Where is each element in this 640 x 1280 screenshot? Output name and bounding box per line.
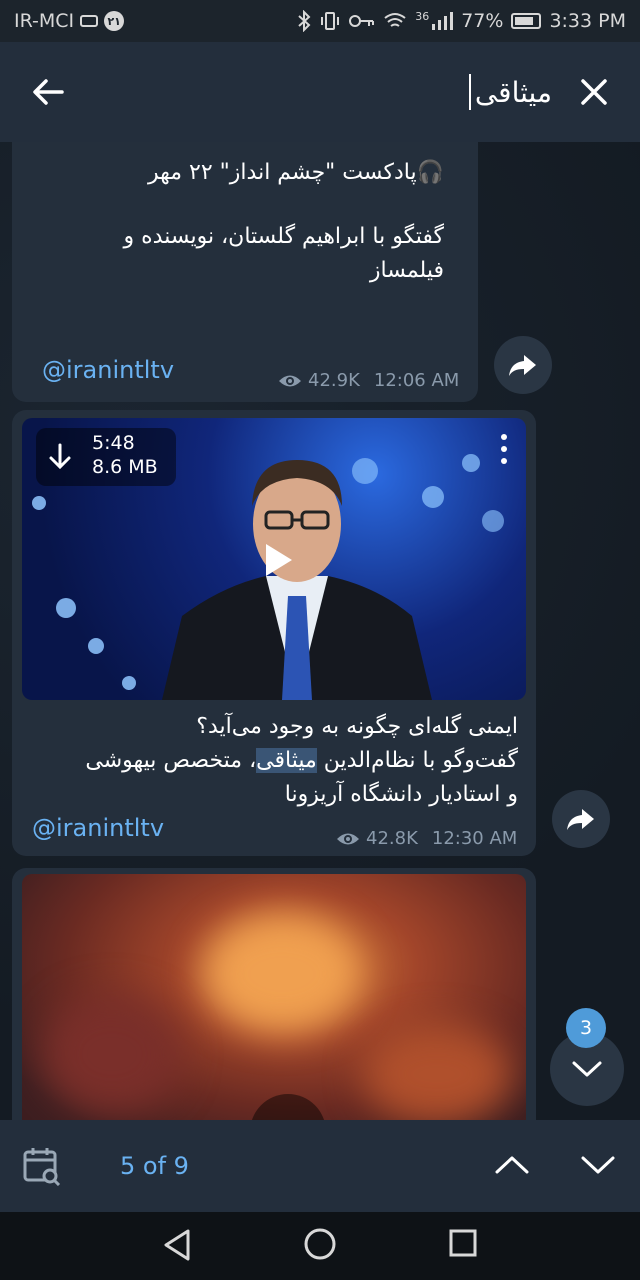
clock: 3:33 PM	[549, 10, 626, 32]
chevron-up-icon[interactable]	[494, 1150, 530, 1180]
search-query: میثاقی	[474, 75, 552, 109]
video-thumbnail[interactable]: 5:48 8.6 MB	[22, 418, 526, 700]
light-dot	[462, 454, 480, 472]
light-dot	[122, 676, 136, 690]
chevron-down-icon[interactable]	[580, 1150, 616, 1180]
light-dot	[32, 496, 46, 510]
play-icon[interactable]	[254, 538, 298, 582]
views-icon	[337, 833, 359, 844]
telegram-search-screen: IR-MCI ۲۱ 36 77% 3:33 PM میثاقی 🎧پادکست …	[0, 0, 640, 1280]
battery-percent: 77%	[461, 10, 504, 32]
channel-handle-link[interactable]: @iranintltv	[32, 814, 164, 842]
close-icon[interactable]	[574, 72, 614, 112]
nav-home-icon[interactable]	[302, 1226, 338, 1262]
message-time: 12:06 AM	[373, 370, 460, 391]
message-bubble[interactable]: 🎧پادکست "چشم انداز" ۲۲ مهر گفتگو با ابرا…	[12, 142, 478, 402]
message-text-fragment: گفت‌وگو با نظام‌الدین	[316, 748, 518, 773]
wifi-icon	[384, 13, 406, 27]
nav-recents-icon[interactable]	[448, 1228, 478, 1258]
message-text-line: گفتگو با ابراهیم گلستان، نویسنده و فیلمس…	[123, 224, 444, 283]
light-dot	[88, 638, 104, 654]
message-text-line: 🎧پادکست "چشم انداز" ۲۲ مهر	[147, 160, 444, 185]
network-type: 36	[415, 9, 430, 23]
message-time: 12:30 AM	[431, 828, 518, 849]
view-count: 42.8K	[366, 828, 418, 849]
blur-spot	[362, 1024, 512, 1120]
message-text-line: ایمنی گله‌ای چگونه به وجود می‌آید؟	[196, 714, 518, 739]
search-highlight: میثاقی	[256, 748, 317, 773]
key-icon	[349, 15, 375, 27]
search-results-bar: 5 of 9	[0, 1120, 640, 1212]
views-icon	[279, 375, 301, 386]
blurred-media-preview[interactable]	[22, 874, 526, 1120]
message-bubble[interactable]: 5:48 8.6 MB ایمنی گله‌ای چگونه به وجود م…	[12, 410, 536, 856]
message-body: ایمنی گله‌ای چگونه به وجود می‌آید؟ گفت‌و…	[18, 710, 518, 812]
carrier-label: IR-MCI	[14, 10, 75, 32]
search-input[interactable]: میثاقی	[468, 68, 552, 116]
message-text-line: گفت‌وگو با نظام‌الدین میثاقی، متخصص بیهو…	[18, 744, 518, 778]
video-duration: 5:48	[92, 432, 135, 454]
vibrate-icon	[321, 12, 340, 30]
text-caret	[468, 74, 471, 110]
share-button[interactable]	[494, 336, 552, 394]
nav-back-icon[interactable]	[162, 1228, 194, 1262]
signal-icon	[432, 12, 454, 30]
sim-icon	[80, 15, 99, 27]
message-meta: 42.9K 12:06 AM	[278, 370, 459, 391]
blur-spot	[42, 994, 182, 1114]
channel-handle-link[interactable]: @iranintltv	[42, 356, 174, 384]
share-icon	[509, 355, 536, 376]
video-info-overlay[interactable]: 5:48 8.6 MB	[36, 428, 176, 486]
sim-badge: ۲۱	[104, 11, 125, 31]
battery-icon	[511, 13, 542, 29]
message-text-line: و استادیار دانشگاه آریزونا	[284, 782, 518, 807]
share-icon	[567, 809, 594, 830]
message-feed[interactable]: 🎧پادکست "چشم انداز" ۲۲ مهر گفتگو با ابرا…	[0, 142, 640, 1120]
search-header: میثاقی	[0, 42, 640, 142]
arrow-left-icon[interactable]	[28, 72, 68, 112]
more-vertical-icon[interactable]	[494, 432, 514, 466]
media-download-button[interactable]	[250, 1094, 326, 1120]
video-size: 8.6 MB	[92, 456, 158, 478]
status-bar: IR-MCI ۲۱ 36 77% 3:33 PM	[0, 0, 640, 42]
chevron-down-icon	[572, 1061, 602, 1077]
message-meta: 42.8K 12:30 AM	[336, 828, 517, 849]
unread-count-badge: 3	[566, 1008, 606, 1048]
blur-spot	[202, 914, 362, 1034]
calendar-search-icon[interactable]	[22, 1146, 62, 1186]
bluetooth-icon	[298, 10, 311, 32]
system-nav-bar	[0, 1212, 640, 1280]
message-bubble[interactable]	[12, 868, 536, 1120]
view-count: 42.9K	[308, 370, 360, 391]
light-dot	[56, 598, 76, 618]
share-button[interactable]	[552, 790, 610, 848]
download-icon	[49, 443, 71, 470]
search-result-counter: 5 of 9	[120, 1152, 189, 1180]
light-dot	[482, 510, 504, 532]
message-text-fragment: ، متخصص بیهوشی	[85, 748, 257, 773]
